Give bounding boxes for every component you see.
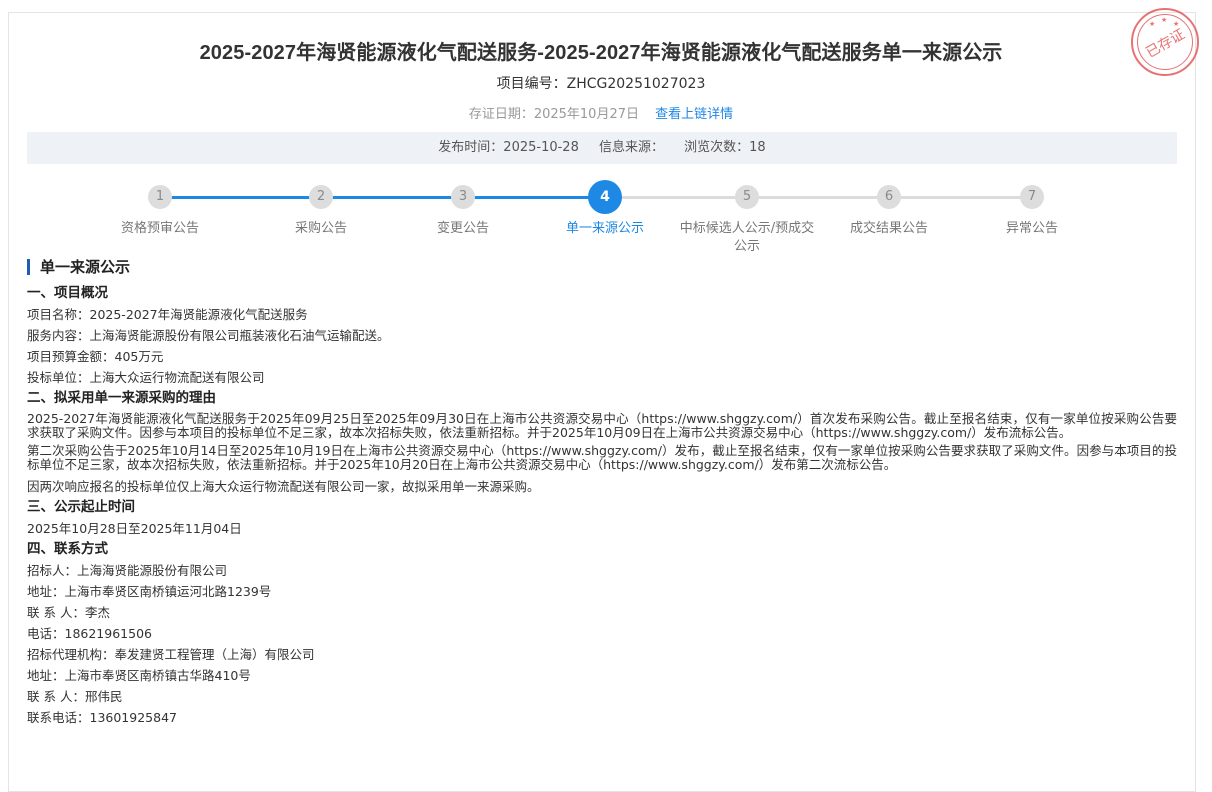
step-number: 6 [877, 185, 901, 209]
project-name: 项目名称：2025-2027年海贤能源液化气配送服务 [27, 307, 308, 322]
notice-content: 单一来源公示 一、项目概况 项目名称：2025-2027年海贤能源液化气配送服务… [27, 256, 1177, 728]
process-steps: 1 资格预审公告 2 采购公告 3 变更公告 4 单一来源公示 5 中标候选人公… [0, 176, 1212, 260]
step-label: 异常公告 [1005, 221, 1058, 236]
step-number: 7 [1020, 185, 1044, 209]
service-content: 服务内容：上海海贤能源股份有限公司瓶装液化石油气运输配送。 [27, 328, 390, 343]
certification-date: 存证日期：2025年10月27日 [468, 107, 639, 122]
tenderer-address: 地址：上海市奉贤区南桥镇运河北路1239号 [27, 584, 272, 599]
step-label: 资格预审公告 [120, 221, 199, 236]
step-label: 变更公告 [436, 221, 489, 236]
publish-time: 发布时间：2025-10-28 [438, 140, 579, 155]
agency-contact: 联 系 人：邢伟民 [27, 689, 123, 704]
publicity-period: 2025年10月28日至2025年11月04日 [27, 521, 242, 536]
tenderer: 招标人：上海海贤能源股份有限公司 [27, 563, 228, 578]
step-label: 单一来源公示 [565, 221, 644, 236]
step-label: 采购公告 [294, 221, 347, 236]
heading-reason: 二、拟采用单一来源采购的理由 [27, 390, 216, 406]
step-label: 成交结果公告 [849, 221, 928, 236]
step-number: 2 [309, 185, 333, 209]
agency: 招标代理机构：奉发建贤工程管理（上海）有限公司 [27, 647, 315, 662]
step-number: 4 [588, 180, 622, 214]
heading-overview: 一、项目概况 [27, 285, 108, 301]
step-prequalification[interactable]: 1 资格预审公告 [85, 176, 235, 238]
info-bar: 发布时间：2025-10-28 信息来源： 浏览次数：18 [27, 132, 1177, 164]
step-candidate-publicity[interactable]: 5 中标候选人公示/预成交公示 [672, 176, 822, 256]
view-chain-details-link[interactable]: 查看上链详情 [655, 107, 733, 122]
step-procurement[interactable]: 2 采购公告 [246, 176, 396, 238]
step-result[interactable]: 6 成交结果公告 [814, 176, 964, 238]
project-number: 项目编号：ZHCG20251027023 [496, 76, 706, 92]
reason-paragraph-3: 因两次响应报名的投标单位仅上海大众运行物流配送有限公司一家，故拟采用单一来源采购… [27, 479, 540, 494]
certification-line: 存证日期：2025年10月27日 查看上链详情 [0, 103, 1202, 122]
reason-paragraph-1: 2025-2027年海贤能源液化气配送服务于2025年09月25日至2025年0… [27, 411, 1177, 440]
tenderer-phone: 电话：18621961506 [27, 626, 152, 641]
info-source: 信息来源： [599, 140, 665, 155]
section-title: 单一来源公示 [27, 259, 1177, 275]
view-count: 浏览次数：18 [684, 140, 766, 155]
agency-address: 地址：上海市奉贤区南桥镇古华路410号 [27, 668, 251, 683]
step-number: 1 [148, 185, 172, 209]
step-change[interactable]: 3 变更公告 [388, 176, 538, 238]
bidder: 投标单位：上海大众运行物流配送有限公司 [27, 370, 265, 385]
step-label: 中标候选人公示/预成交公示 [679, 221, 815, 254]
project-budget: 项目预算金额：405万元 [27, 349, 164, 364]
agency-phone: 联系电话：13601925847 [27, 710, 177, 725]
heading-period: 三、公示起止时间 [27, 499, 135, 515]
step-exception[interactable]: 7 异常公告 [957, 176, 1107, 238]
heading-contact: 四、联系方式 [27, 541, 108, 557]
step-number: 3 [451, 185, 475, 209]
reason-paragraph-2: 第二次采购公告于2025年10月14日至2025年10月19日在上海市公共资源交… [27, 443, 1177, 472]
step-single-source[interactable]: 4 单一来源公示 [530, 176, 680, 238]
tenderer-contact: 联 系 人：李杰 [27, 605, 110, 620]
page-title: 2025-2027年海贤能源液化气配送服务-2025-2027年海贤能源液化气配… [199, 42, 1003, 64]
step-number: 5 [735, 185, 759, 209]
